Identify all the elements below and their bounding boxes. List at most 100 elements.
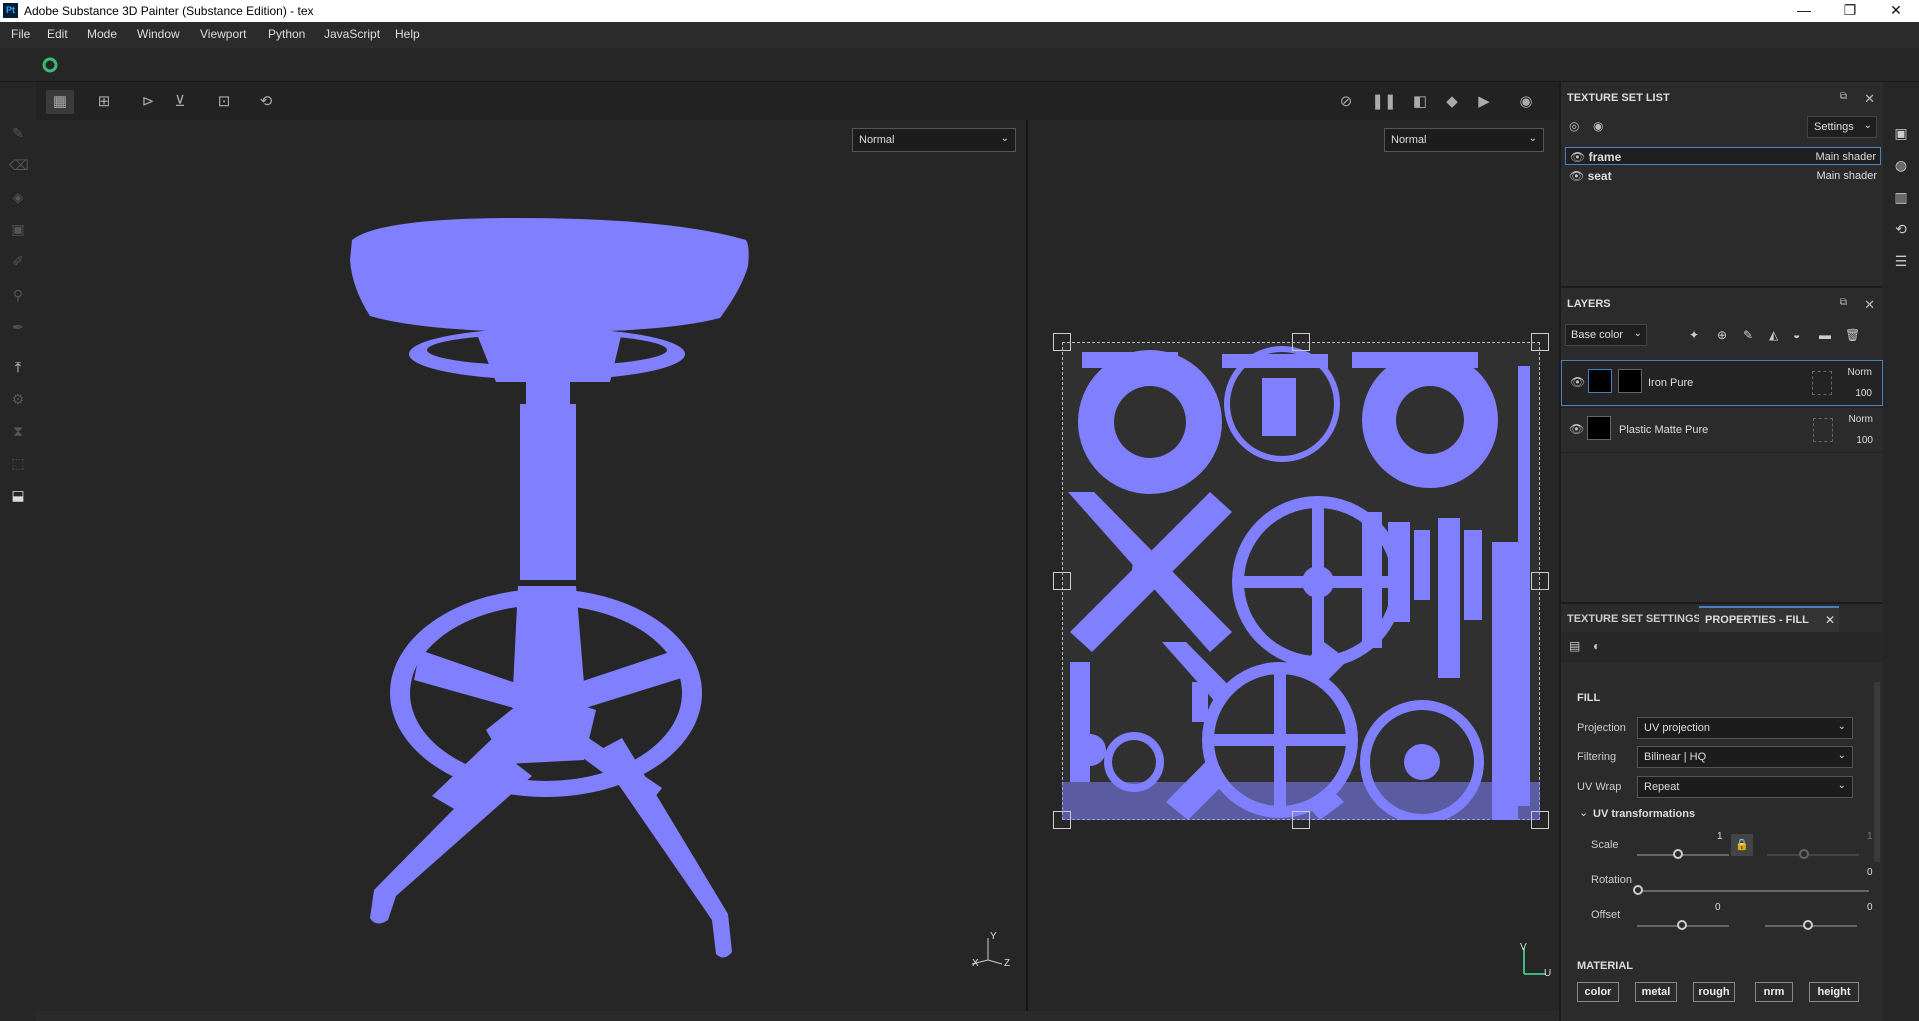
layer-thumbnail[interactable] <box>1587 416 1611 440</box>
eye-icon[interactable]: 👁 <box>1569 169 1584 183</box>
add-effect-icon[interactable]: ⊕ <box>1717 328 1727 342</box>
viewport-3d[interactable]: Normal ⌄ Y X Z <box>36 120 1026 1011</box>
scale-slider-2[interactable] <box>1767 854 1859 856</box>
material-color-button[interactable]: color <box>1577 982 1619 1002</box>
color-picker-icon[interactable]: ✒ <box>9 318 27 336</box>
channel-dropdown[interactable]: Base color ⌄ <box>1565 324 1647 346</box>
material-nrm-button[interactable]: nrm <box>1755 982 1793 1002</box>
close-window-button[interactable]: ✕ <box>1873 0 1919 22</box>
uv-handle-bc[interactable] <box>1292 811 1310 829</box>
layer-opacity[interactable]: 100 <box>1856 435 1873 446</box>
close-icon[interactable]: ✕ <box>1864 91 1875 107</box>
layer-plastic-matte-pure[interactable]: 👁 Plastic Matte Pure Norm 100 <box>1561 407 1883 453</box>
filtering-dropdown[interactable]: Bilinear | HQ ⌄ <box>1637 746 1853 768</box>
rotation-slider[interactable] <box>1637 890 1869 892</box>
layer-blend-mode[interactable]: Norm <box>1849 414 1873 425</box>
hide-all-icon[interactable]: ◎ <box>1569 119 1579 133</box>
uv-handle-ml[interactable] <box>1053 572 1071 590</box>
uv-handle-bl[interactable] <box>1053 811 1071 829</box>
menu-edit[interactable]: Edit <box>47 27 68 41</box>
uv-handle-mr[interactable] <box>1531 572 1549 590</box>
menu-viewport[interactable]: Viewport <box>200 27 246 41</box>
fill-properties-icon[interactable]: ▤ <box>1569 639 1580 653</box>
menu-javascript[interactable]: JavaScript <box>324 27 380 41</box>
chevron-down-icon[interactable]: ⌄ <box>1579 806 1588 819</box>
minimize-button[interactable]: — <box>1781 0 1827 22</box>
add-smart-material-icon[interactable]: ◒ <box>1793 328 1800 342</box>
lock-icon[interactable]: 🔒 <box>1731 834 1753 856</box>
split-mode-icon[interactable]: ◧ <box>1406 90 1434 114</box>
uv-handle-br[interactable] <box>1531 811 1549 829</box>
material-height-button[interactable]: height <box>1809 982 1859 1002</box>
smudge-icon[interactable]: ✐ <box>9 252 27 270</box>
hide-icon[interactable]: ⊘ <box>1332 90 1360 114</box>
frame-object-icon[interactable]: ⊡ <box>210 90 238 114</box>
projection-icon[interactable]: ◈ <box>9 188 27 206</box>
magic-wand-icon[interactable]: ✦ <box>1689 328 1699 342</box>
layer-iron-pure[interactable]: 👁 Iron Pure Norm 100 <box>1561 360 1883 406</box>
eye-icon[interactable]: 👁 <box>1570 375 1585 389</box>
eraser-icon[interactable]: ⌫ <box>9 156 29 174</box>
pause-icon[interactable]: ❚❚ <box>1370 90 1398 114</box>
log-icon[interactable]: ☰ <box>1892 252 1910 270</box>
texture-set-shader[interactable]: Main shader <box>1815 151 1876 163</box>
hourglass-icon[interactable]: ⧗ <box>9 422 27 440</box>
viewport-2d[interactable]: Normal ⌄ V U <box>1028 120 1559 1011</box>
layer-mask-slot[interactable] <box>1812 371 1832 395</box>
eye-icon[interactable]: 👁 <box>1569 422 1584 436</box>
restore-button[interactable]: ❐ <box>1827 0 1873 22</box>
camera-icon[interactable]: ▶ <box>1470 90 1498 114</box>
texture-set-icon[interactable]: ▣ <box>1892 124 1910 142</box>
uv-handle-tl[interactable] <box>1053 333 1071 351</box>
texture-set-seat[interactable]: 👁 seat Main shader <box>1565 167 1881 185</box>
menu-mode[interactable]: Mode <box>87 27 117 41</box>
settings-dropdown[interactable]: Settings ⌄ <box>1807 116 1877 138</box>
screenshot-icon[interactable]: ◉ <box>1512 90 1540 114</box>
scale-slider-knob[interactable] <box>1673 849 1683 859</box>
eye-icon[interactable]: 👁 <box>1570 150 1585 164</box>
properties-scrollbar[interactable] <box>1874 682 1880 862</box>
symmetry-y-icon[interactable]: ⊻ <box>166 90 194 114</box>
close-icon[interactable]: ✕ <box>1825 613 1835 627</box>
scale-slider[interactable] <box>1637 854 1729 856</box>
undock-icon[interactable]: ⧉ <box>1840 91 1847 102</box>
paint-brush-icon[interactable]: ✎ <box>9 124 27 142</box>
add-paint-layer-icon[interactable]: ✎ <box>1743 328 1753 342</box>
tab-texture-set-settings[interactable]: TEXTURE SET SETTINGS <box>1567 613 1701 625</box>
bake-icon[interactable]: ⤒ <box>9 358 27 376</box>
rotation-slider-knob[interactable] <box>1633 885 1643 895</box>
material-rough-button[interactable]: rough <box>1693 982 1735 1002</box>
tab-properties-fill[interactable]: PROPERTIES - FILL ✕ <box>1699 606 1839 632</box>
geometry-mask-icon[interactable]: ▣ <box>9 220 27 238</box>
uvwrap-dropdown[interactable]: Repeat ⌄ <box>1637 776 1853 798</box>
offset-y-slider-knob[interactable] <box>1803 920 1813 930</box>
history-icon[interactable]: ⟲ <box>1892 220 1910 238</box>
history-icon[interactable]: ⟲ <box>252 90 280 114</box>
layer-thumbnail[interactable] <box>1588 369 1612 393</box>
projection-dropdown[interactable]: UV projection ⌄ <box>1637 717 1853 739</box>
viewport-2d-mode-dropdown[interactable]: Normal ⌄ <box>1384 128 1544 152</box>
material-metal-button[interactable]: metal <box>1635 982 1677 1002</box>
assets-icon[interactable]: ▥ <box>1892 188 1910 206</box>
scale-slider-2-knob[interactable] <box>1799 849 1809 859</box>
add-fill-layer-icon[interactable]: ◭ <box>1769 328 1778 342</box>
layer-mask-slot[interactable] <box>1813 418 1833 442</box>
split-view-icon[interactable]: ▦ <box>46 90 74 114</box>
show-all-icon[interactable]: ◉ <box>1593 119 1603 133</box>
shader-icon[interactable]: ◍ <box>1892 156 1910 174</box>
export-icon[interactable]: ⬓ <box>9 486 27 504</box>
undock-icon[interactable]: ⧉ <box>1840 297 1847 308</box>
offset-x-slider-knob[interactable] <box>1677 920 1687 930</box>
texture-set-shader[interactable]: Main shader <box>1816 170 1877 182</box>
symmetry-x-icon[interactable]: ⊳ <box>134 90 162 114</box>
delete-layer-icon[interactable]: 🗑 <box>1845 328 1860 342</box>
settings-gear-icon[interactable]: ⚙ <box>9 390 27 408</box>
uv-transformations-heading[interactable]: UV transformations <box>1593 808 1695 820</box>
menu-help[interactable]: Help <box>395 27 420 41</box>
layer-opacity[interactable]: 100 <box>1855 388 1872 399</box>
selection-icon[interactable]: ⬚ <box>9 454 27 472</box>
material-properties-icon[interactable]: ◐ <box>1593 639 1600 653</box>
layer-mask-thumbnail[interactable] <box>1618 369 1642 393</box>
uv-handle-tr[interactable] <box>1531 333 1549 351</box>
uv-handle-tc[interactable] <box>1292 333 1310 351</box>
